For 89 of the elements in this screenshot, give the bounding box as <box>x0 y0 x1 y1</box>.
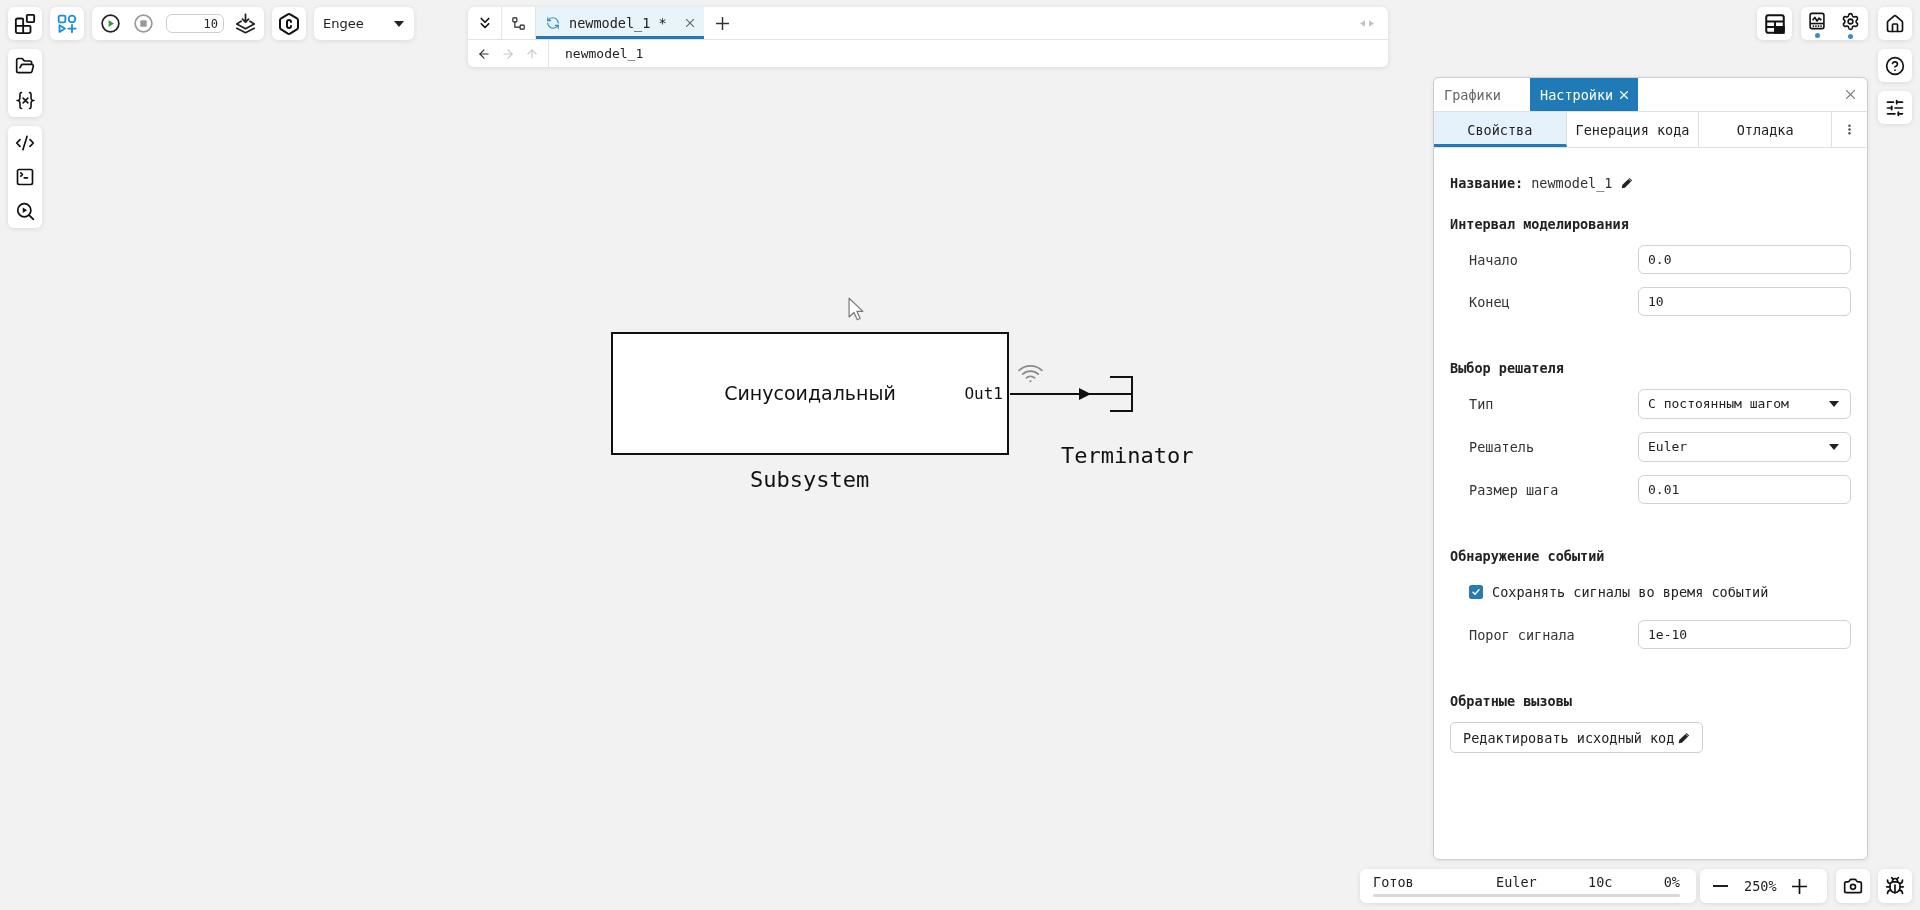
home-button[interactable] <box>1878 7 1912 40</box>
section-heading: Обнаружение событий <box>1450 547 1606 566</box>
checkbox[interactable] <box>1469 585 1483 599</box>
camera-icon <box>1843 876 1863 896</box>
stop-icon <box>133 14 153 33</box>
add-block-button[interactable] <box>50 7 84 40</box>
close-icon <box>686 19 694 27</box>
solver-text: Euler <box>1496 874 1538 891</box>
block-name: Subsystem <box>750 467 870 493</box>
input-field[interactable]: 10 <box>1638 287 1851 316</box>
field-label: Начало <box>1469 250 1519 270</box>
hexagon-c-icon <box>277 11 301 36</box>
debug-button[interactable] <box>1878 869 1912 903</box>
section-tab[interactable]: Отладка <box>1699 112 1832 147</box>
environment-dropdown[interactable]: Engee <box>314 7 414 40</box>
block-title: Синусоидальный <box>724 381 896 407</box>
sliders-icon <box>1885 97 1905 118</box>
close-icon <box>1845 90 1855 99</box>
home-icon <box>1885 13 1905 34</box>
hierarchy-icon <box>512 16 525 30</box>
load-button[interactable] <box>234 12 256 35</box>
model-name: newmodel_1 <box>1531 174 1613 193</box>
help-button[interactable] <box>1878 49 1912 82</box>
block-name: Terminator <box>1061 443 1194 469</box>
play-icon <box>100 14 120 33</box>
terminator-block <box>1109 376 1133 412</box>
settings-icon <box>1841 12 1860 31</box>
section-heading: Интервал моделирования <box>1450 215 1630 234</box>
caret-down-icon <box>1829 401 1839 407</box>
field-label: Тип <box>1469 395 1495 414</box>
code-icon <box>15 133 35 153</box>
dropdown[interactable]: С постоянным шагом <box>1638 389 1851 419</box>
plus-icon <box>715 16 729 30</box>
checkbox-label[interactable]: Сохранять сигналы во время событий <box>1492 582 1769 602</box>
field-label: Конец <box>1469 292 1511 312</box>
run-button[interactable] <box>100 13 120 34</box>
panel-tab[interactable]: Графики <box>1434 78 1530 111</box>
stop-time-field[interactable]: 10 <box>166 14 224 33</box>
circular-arrows-icon <box>546 16 560 30</box>
screenshot-button[interactable] <box>1836 869 1870 903</box>
cursor-icon <box>848 297 864 322</box>
plus-icon <box>1792 878 1807 894</box>
zoom-level: 250% <box>1744 877 1777 895</box>
caret-down-icon <box>1829 444 1839 450</box>
sliders-button[interactable] <box>1878 91 1912 124</box>
port-label: Out1 <box>964 384 1003 404</box>
section-tab[interactable]: Свойства <box>1434 112 1567 147</box>
section-heading: Выбор решателя <box>1450 359 1565 378</box>
shapes-plus-icon <box>57 13 77 34</box>
arrow-right-icon <box>501 46 515 61</box>
zoom-in-button[interactable] <box>1789 876 1810 896</box>
layout-button[interactable] <box>1757 7 1792 40</box>
field-label: Решатель <box>1469 438 1536 457</box>
status-text: Готов <box>1373 874 1415 891</box>
edit-source-button[interactable]: Редактировать исходный код <box>1450 722 1704 753</box>
library-button[interactable] <box>8 7 42 40</box>
progress-text: 0% <box>1663 874 1680 891</box>
bug-icon <box>1885 876 1905 896</box>
dropdown[interactable]: Euler <box>1638 432 1851 462</box>
minus-icon <box>1712 885 1728 887</box>
terminal-icon <box>15 167 35 187</box>
section-tab[interactable]: Генерация кода <box>1566 112 1700 147</box>
time-text: 10с <box>1588 874 1614 891</box>
panel-tab[interactable]: Настройки <box>1530 78 1639 111</box>
blocks-icon <box>14 12 36 35</box>
field-label: Порог сигнала <box>1469 625 1576 645</box>
pencil-icon <box>1678 731 1691 744</box>
input-field[interactable]: 0.0 <box>1638 245 1851 274</box>
table-icon <box>1764 13 1785 34</box>
input-field[interactable]: 1e-10 <box>1638 620 1851 649</box>
kebab-icon <box>1848 124 1851 135</box>
wifi-icon <box>1018 364 1043 383</box>
variable-icon <box>15 90 35 110</box>
help-icon <box>1885 55 1905 76</box>
stop-button[interactable] <box>133 13 153 34</box>
folder-icon <box>15 56 35 76</box>
code-generation-button[interactable] <box>272 7 306 40</box>
download-layers-icon <box>234 13 256 34</box>
field-label: Размер шага <box>1469 480 1560 500</box>
chart-monitor-icon <box>1809 12 1825 30</box>
search-play-icon <box>15 201 35 221</box>
section-heading: Обратные вызовы <box>1450 692 1573 711</box>
rename-button[interactable] <box>1621 177 1634 189</box>
caret-down-icon <box>394 20 404 27</box>
model-tab[interactable]: newmodel_1 * <box>536 7 704 39</box>
name-label: Название: <box>1450 174 1524 193</box>
input-field[interactable]: 0.01 <box>1638 475 1851 504</box>
pencil-icon <box>1621 177 1634 189</box>
breadcrumb-path[interactable]: newmodel_1 <box>565 43 644 64</box>
